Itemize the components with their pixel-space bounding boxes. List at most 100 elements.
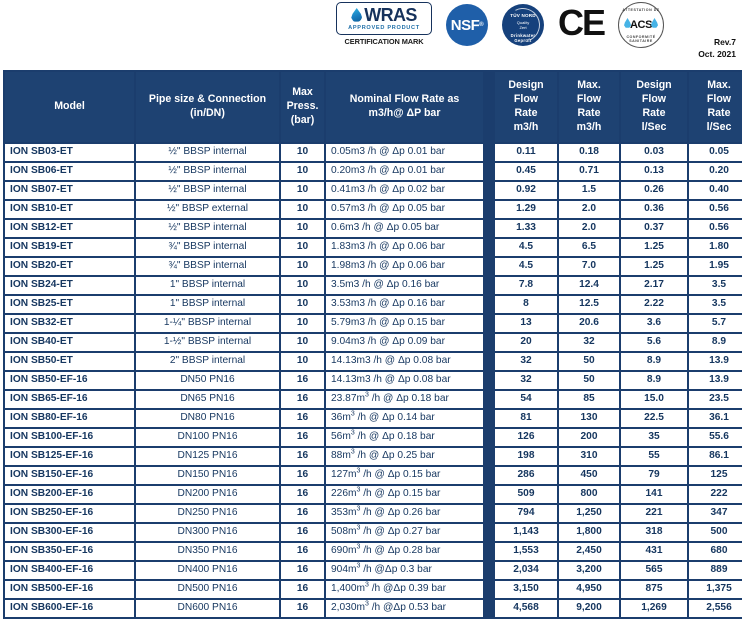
cell-design-flow-rate-m3h: 198 — [495, 448, 557, 465]
cell-max-pressure: 16 — [281, 372, 324, 389]
cell-pipe-size: ½" BBSP internal — [136, 220, 279, 237]
cell-pipe-size: ½" BBSP internal — [136, 182, 279, 199]
cell-nominal-flow-rate: 1,400m3 /h @Δp 0.39 bar — [326, 581, 483, 598]
max-m3h-l4: m3/h — [576, 120, 602, 133]
cell-max-flow-rate-m3h: 130 — [559, 410, 619, 427]
cell-design-flow-rate-m3h: 7.8 — [495, 277, 557, 294]
cell-model: ION SB12-ET — [5, 220, 134, 237]
cell-max-flow-rate-lsec: 1.95 — [689, 258, 742, 275]
cell-design-flow-rate-lsec: 0.13 — [621, 163, 687, 180]
cell-model: ION SB400-EF-16 — [5, 562, 134, 579]
cell-max-flow-rate-m3h: 0.18 — [559, 144, 619, 161]
cell-pipe-size: DN65 PN16 — [136, 391, 279, 408]
cell-spacer — [485, 144, 493, 161]
tuv-ring-text: Drinkwater Geprüft — [510, 33, 536, 43]
tuv-top-text: TÜV NORD — [510, 13, 536, 18]
cell-max-flow-rate-m3h: 0.71 — [559, 163, 619, 180]
cell-spacer — [485, 505, 493, 522]
cell-nominal-flow-rate: 508m3 /h @ Δp 0.27 bar — [326, 524, 483, 541]
tuv-nord-logo: TÜV NORD Quality Zert Drinkwater Geprüft — [502, 4, 544, 46]
table-row: ION SB40-ET 1-½" BBSP internal 10 9.04m3 /h… — [5, 334, 742, 351]
cell-model: ION SB350-EF-16 — [5, 543, 134, 560]
cell-max-flow-rate-lsec: 1.80 — [689, 239, 742, 256]
cell-max-flow-rate-lsec: 8.9 — [689, 334, 742, 351]
table-row: ION SB400-EF-16 DN400 PN16 16 904m3 /h @Δp … — [5, 562, 742, 579]
cell-max-flow-rate-lsec: 0.20 — [689, 163, 742, 180]
table-row: ION SB06-ET ½" BBSP internal 10 0.20m3 /h @… — [5, 163, 742, 180]
cell-design-flow-rate-lsec: 3.6 — [621, 315, 687, 332]
table-row: ION SB24-ET 1" BBSP internal 10 3.5m3 /h @ … — [5, 277, 742, 294]
table-row: ION SB10-ET ½" BBSP external 10 0.57m3 /h @… — [5, 201, 742, 218]
acs-arc-top-text: ATTESTATION DE — [622, 8, 660, 12]
cell-max-flow-rate-m3h: 3,200 — [559, 562, 619, 579]
column-header-design-flow-rate-m3h: Design Flow Rate m3/h — [495, 72, 557, 142]
cell-design-flow-rate-m3h: 0.92 — [495, 182, 557, 199]
cell-max-pressure: 16 — [281, 486, 324, 503]
design-lsec-l3: Rate — [642, 107, 666, 119]
acs-arc-bottom-text: CONFORMITÉ SANITAIRE — [626, 35, 656, 43]
cell-model: ION SB07-ET — [5, 182, 134, 199]
cell-model: ION SB150-EF-16 — [5, 467, 134, 484]
cell-nominal-flow-rate: 0.05m3 /h @ Δp 0.01 bar — [326, 144, 483, 161]
cell-max-flow-rate-lsec: 13.9 — [689, 353, 742, 370]
cell-nominal-flow-rate: 36m3 /h @ Δp 0.14 bar — [326, 410, 483, 427]
cell-design-flow-rate-lsec: 79 — [621, 467, 687, 484]
nsf-logo: NSF ® — [446, 4, 488, 46]
table-row: ION SB250-EF-16 DN250 PN16 16 353m3 /h @ Δp… — [5, 505, 742, 522]
cell-nominal-flow-rate: 226m3 /h @ Δp 0.15 bar — [326, 486, 483, 503]
table-row: ION SB500-EF-16 DN500 PN16 16 1,400m3 /h @Δ… — [5, 581, 742, 598]
revision-number: Rev.7 — [713, 37, 736, 47]
cell-model: ION SB250-EF-16 — [5, 505, 134, 522]
cell-nominal-flow-rate: 9.04m3 /h @ Δp 0.09 bar — [326, 334, 483, 351]
cell-model: ION SB50-ET — [5, 353, 134, 370]
cell-max-flow-rate-lsec: 5.7 — [689, 315, 742, 332]
cell-max-flow-rate-lsec: 0.56 — [689, 220, 742, 237]
cell-design-flow-rate-m3h: 81 — [495, 410, 557, 427]
certification-logos: WRAS APPROVED PRODUCT CERTIFICATION MARK… — [336, 2, 665, 48]
cell-pipe-size: ½" BBSP internal — [136, 163, 279, 180]
cell-max-flow-rate-m3h: 7.0 — [559, 258, 619, 275]
table-header: Model Pipe size & Connection (in/DN) Max… — [5, 72, 742, 142]
cell-pipe-size: DN50 PN16 — [136, 372, 279, 389]
cell-model: ION SB200-EF-16 — [5, 486, 134, 503]
cell-nominal-flow-rate: 14.13m3 /h @ Δp 0.08 bar — [326, 353, 483, 370]
cell-design-flow-rate-lsec: 2.22 — [621, 296, 687, 313]
cell-model: ION SB20-ET — [5, 258, 134, 275]
cell-max-flow-rate-lsec: 889 — [689, 562, 742, 579]
cell-pipe-size: DN300 PN16 — [136, 524, 279, 541]
table-row: ION SB50-EF-16 DN50 PN16 16 14.13m3 /h @ Δp… — [5, 372, 742, 389]
cell-max-pressure: 16 — [281, 410, 324, 427]
max-press-line1: Max — [292, 86, 313, 99]
cell-design-flow-rate-lsec: 8.9 — [621, 353, 687, 370]
cell-max-flow-rate-m3h: 6.5 — [559, 239, 619, 256]
cell-nominal-flow-rate: 23.87m3 /h @ Δp 0.18 bar — [326, 391, 483, 408]
cell-max-flow-rate-lsec: 0.05 — [689, 144, 742, 161]
design-lsec-l4: l/Sec — [641, 120, 667, 133]
cell-max-flow-rate-lsec: 86.1 — [689, 448, 742, 465]
cell-spacer — [485, 543, 493, 560]
table-row: ION SB600-EF-16 DN600 PN16 16 2,030m3 /h @Δ… — [5, 600, 742, 617]
cell-max-flow-rate-m3h: 9,200 — [559, 600, 619, 617]
cell-nominal-flow-rate: 0.57m3 /h @ Δp 0.05 bar — [326, 201, 483, 218]
ce-mark-logo: CE — [558, 5, 606, 41]
cell-max-flow-rate-lsec: 0.40 — [689, 182, 742, 199]
cell-design-flow-rate-m3h: 509 — [495, 486, 557, 503]
column-spacer — [485, 72, 493, 142]
cell-model: ION SB40-ET — [5, 334, 134, 351]
cell-design-flow-rate-m3h: 1,143 — [495, 524, 557, 541]
cell-max-pressure: 16 — [281, 448, 324, 465]
cell-design-flow-rate-m3h: 126 — [495, 429, 557, 446]
cell-max-flow-rate-lsec: 347 — [689, 505, 742, 522]
cell-nominal-flow-rate: 14.13m3 /h @ Δp 0.08 bar — [326, 372, 483, 389]
cell-spacer — [485, 410, 493, 427]
wras-logo-box: WRAS APPROVED PRODUCT — [336, 2, 432, 35]
wras-wordmark: WRAS — [364, 5, 417, 25]
cell-pipe-size: DN400 PN16 — [136, 562, 279, 579]
cell-max-flow-rate-m3h: 1,250 — [559, 505, 619, 522]
wras-certification-mark-text: CERTIFICATION MARK — [344, 36, 424, 46]
cell-pipe-size: 1-¼" BBSP internal — [136, 315, 279, 332]
cell-design-flow-rate-lsec: 875 — [621, 581, 687, 598]
cell-max-flow-rate-lsec: 3.5 — [689, 277, 742, 294]
cell-design-flow-rate-lsec: 0.36 — [621, 201, 687, 218]
table-row: ION SB07-ET ½" BBSP internal 10 0.41m3 /h @… — [5, 182, 742, 199]
